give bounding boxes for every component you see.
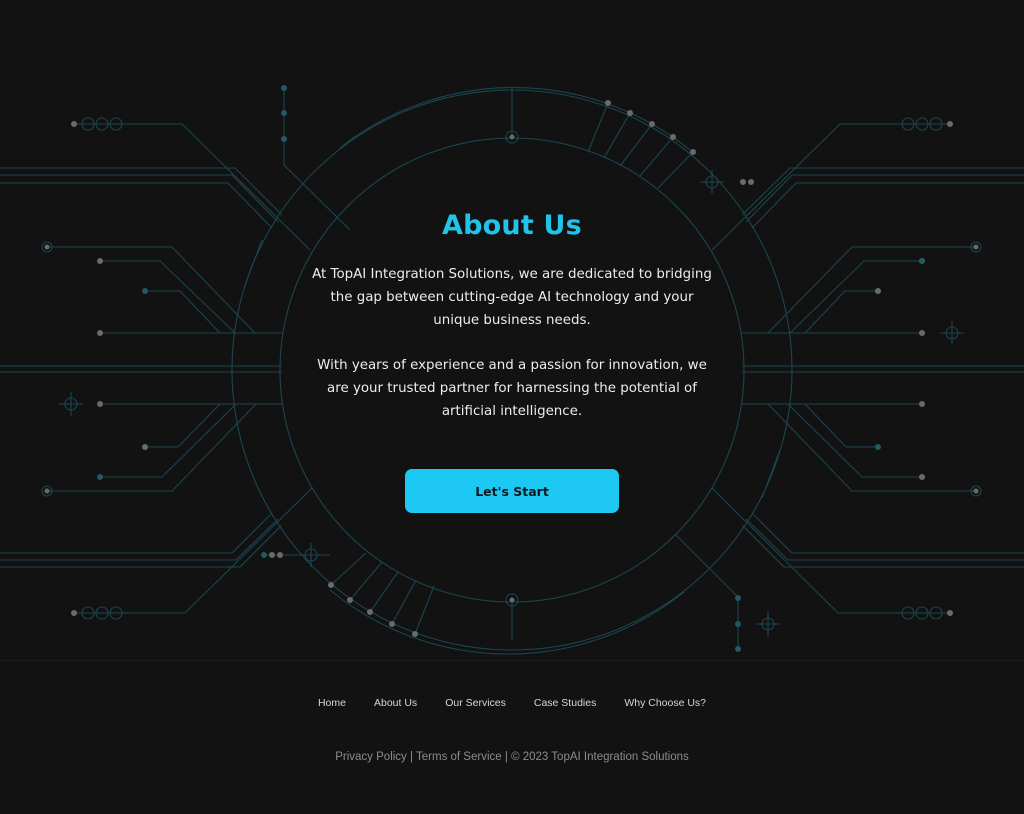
- footer-link-case-studies[interactable]: Case Studies: [534, 697, 596, 709]
- about-hero: About Us At TopAI Integration Solutions,…: [0, 0, 1024, 660]
- about-content: About Us At TopAI Integration Solutions,…: [312, 200, 712, 513]
- about-paragraph-1: At TopAI Integration Solutions, we are d…: [312, 267, 712, 328]
- page-title: About Us: [442, 210, 582, 241]
- copyright-text: © 2023 TopAI Integration Solutions: [511, 751, 689, 763]
- footer-link-our-services[interactable]: Our Services: [445, 697, 506, 709]
- footer-link-about-us[interactable]: About Us: [374, 697, 417, 709]
- footer: Home About Us Our Services Case Studies …: [0, 660, 1024, 814]
- footer-link-why-choose-us[interactable]: Why Choose Us?: [624, 697, 706, 709]
- footer-nav: Home About Us Our Services Case Studies …: [0, 697, 1024, 709]
- lets-start-button[interactable]: Let's Start: [405, 469, 619, 513]
- terms-of-service-link[interactable]: Terms of Service: [416, 751, 502, 763]
- footer-link-home[interactable]: Home: [318, 697, 346, 709]
- privacy-policy-link[interactable]: Privacy Policy: [335, 751, 407, 763]
- footer-legal: Privacy Policy | Terms of Service | © 20…: [0, 751, 1024, 763]
- legal-separator: |: [410, 751, 414, 763]
- legal-separator: |: [504, 751, 508, 763]
- about-paragraph-2: With years of experience and a passion f…: [317, 358, 707, 419]
